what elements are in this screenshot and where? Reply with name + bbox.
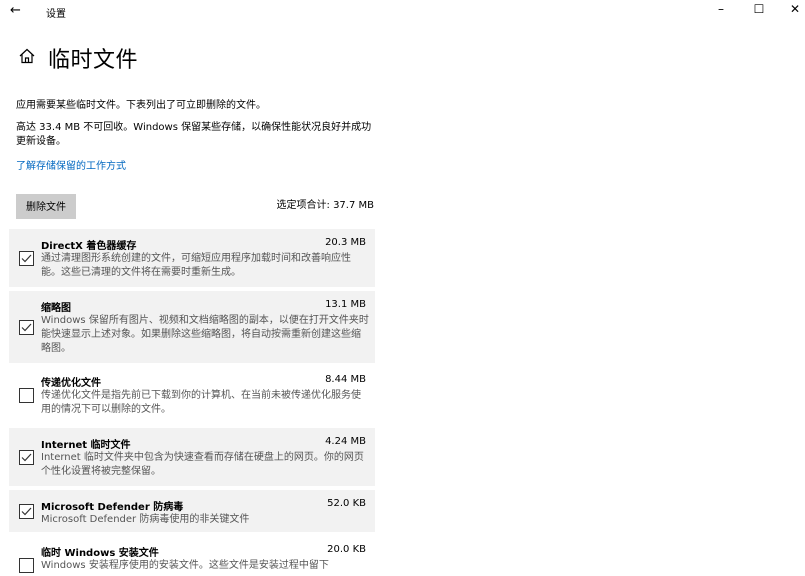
checkmark-icon	[21, 323, 32, 332]
checkbox[interactable]	[19, 558, 34, 573]
item-description: 通过清理图形系统创建的文件，可缩短应用程序加载时间和改善响应性能。这些已清理的文…	[41, 253, 351, 278]
list-item[interactable]: DirectX 着色器缓存 20.3 MB 通过清理图形系统创建的文件，可缩短应…	[9, 229, 375, 287]
item-description: Internet 临时文件夹中包含为快速查看而存储在硬盘上的网页。你的网页个性化…	[41, 452, 364, 477]
delete-files-button[interactable]: 删除文件	[16, 194, 76, 219]
item-description: Microsoft Defender 防病毒使用的非关键文件	[41, 514, 250, 525]
item-size: 8.44 MB	[325, 374, 366, 385]
checkbox[interactable]	[19, 320, 34, 335]
item-name: 传递优化文件	[41, 378, 101, 389]
window-title: 设置	[46, 9, 66, 20]
item-name: 缩略图	[41, 303, 71, 314]
page-title: 临时文件	[48, 48, 139, 73]
list-item[interactable]: Internet 临时文件 4.24 MB Internet 临时文件夹中包含为…	[9, 428, 375, 486]
checkmark-icon	[21, 507, 32, 516]
item-description: Windows 安装程序使用的安装文件。这些文件是安装过程中留下	[41, 560, 329, 571]
item-description: Windows 保留所有图片、视频和文档缩略图的副本，以便在打开文件夹时能快速显…	[41, 315, 369, 354]
selected-total: 选定项合计: 37.7 MB	[276, 200, 374, 211]
checkmark-icon	[21, 254, 32, 263]
list-item[interactable]: 临时 Windows 安装文件 20.0 KB Windows 安装程序使用的安…	[9, 536, 375, 576]
title-bar: ← 设置 – ☐ ✕	[0, 0, 805, 24]
checkbox[interactable]	[19, 251, 34, 266]
checkbox[interactable]	[19, 504, 34, 519]
minimize-button[interactable]: –	[706, 2, 736, 16]
checkbox[interactable]	[19, 450, 34, 465]
checkmark-icon	[21, 453, 32, 462]
item-name: DirectX 着色器缓存	[41, 241, 137, 252]
checkbox[interactable]	[19, 388, 34, 403]
item-name: Internet 临时文件	[41, 440, 131, 451]
item-size: 13.1 MB	[325, 299, 366, 310]
list-item[interactable]: 传递优化文件 8.44 MB 传递优化文件是指先前已下载到你的计算机、在当前未被…	[9, 366, 375, 424]
list-item[interactable]: 缩略图 13.1 MB Windows 保留所有图片、视频和文档缩略图的副本，以…	[9, 291, 375, 363]
list-item[interactable]: Microsoft Defender 防病毒 52.0 KB Microsoft…	[9, 490, 375, 532]
item-size: 20.0 KB	[327, 544, 366, 555]
reserved-storage-note: 高达 33.4 MB 不可回收。Windows 保留某些存储，以确保性能状况良好…	[16, 122, 372, 147]
item-name: 临时 Windows 安装文件	[41, 548, 159, 559]
page-description: 应用需要某些临时文件。下表列出了可立即删除的文件。	[16, 100, 266, 111]
home-icon[interactable]	[18, 47, 36, 65]
item-size: 20.3 MB	[325, 237, 366, 248]
item-description: 传递优化文件是指先前已下载到你的计算机、在当前未被传递优化服务使用的情况下可以删…	[41, 390, 361, 415]
learn-storage-reserve-link[interactable]: 了解存储保留的工作方式	[16, 157, 126, 172]
back-button[interactable]: ←	[10, 3, 21, 18]
item-name: Microsoft Defender 防病毒	[41, 502, 184, 513]
maximize-button[interactable]: ☐	[744, 2, 774, 16]
close-button[interactable]: ✕	[780, 2, 805, 16]
item-size: 52.0 KB	[327, 498, 366, 509]
item-size: 4.24 MB	[325, 436, 366, 447]
